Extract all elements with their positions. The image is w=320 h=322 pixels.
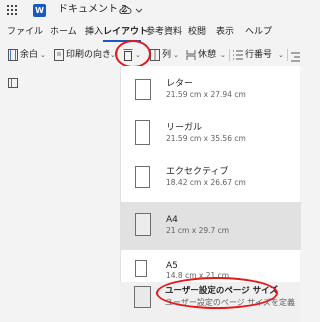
orientation-icon: [54, 49, 64, 61]
menu-review[interactable]: 校閲: [188, 26, 206, 38]
navigation-pane: [0, 70, 120, 322]
page-thumbnail: [135, 213, 151, 236]
size-option-dims: 21 cm x 29.7 cm: [166, 226, 230, 235]
menu-home[interactable]: ホーム: [50, 26, 77, 38]
breaks-button[interactable]: 休憩 ⌄: [186, 48, 228, 62]
chevron-down-icon: ⌄: [40, 51, 46, 59]
margins-label: 余白: [20, 50, 39, 60]
menu-insert[interactable]: 挿入: [85, 26, 103, 38]
chevron-down-icon: ⌄: [278, 51, 284, 59]
page-thumbnail: [135, 120, 150, 145]
menu-file[interactable]: ファイル: [7, 26, 43, 38]
menu-references[interactable]: 参考資料: [146, 26, 182, 38]
menu-help[interactable]: ヘルプ: [245, 26, 272, 38]
menu-view[interactable]: 表示: [216, 26, 234, 38]
margins-icon: [8, 49, 18, 61]
size-option-dims: 18.42 cm x 26.67 cm: [166, 178, 246, 187]
highlight-circle: [156, 277, 278, 309]
breaks-icon: [186, 50, 196, 60]
navigation-pane-icon[interactable]: [8, 78, 18, 88]
size-option-dims: 21.59 cm x 35.56 cm: [166, 134, 246, 143]
size-option-a4[interactable]: A4 21 cm x 29.7 cm: [121, 202, 301, 250]
page-thumbnail: [135, 166, 150, 188]
size-option-name: リーガル: [166, 123, 203, 133]
size-option-name: エクセクティブ: [166, 167, 229, 177]
size-option-legal[interactable]: リーガル 21.59 cm x 35.56 cm: [121, 114, 301, 158]
highlight-circle: [115, 40, 151, 68]
line-numbers-label: 行番号: [245, 50, 273, 60]
menu-bar: ファイル ホーム 挿入 レイアウト 参考資料 校閲 表示 ヘルプ: [0, 22, 300, 42]
indent-icon[interactable]: [291, 52, 300, 62]
menu-layout[interactable]: レイアウト: [103, 26, 148, 38]
word-logo-icon: W: [33, 4, 46, 17]
breaks-label: 休憩: [198, 50, 217, 60]
chevron-down-icon: ⌄: [220, 51, 226, 59]
orientation-label: 印刷の向き: [66, 50, 112, 60]
columns-button[interactable]: 列 ⌄: [150, 48, 180, 62]
page-thumbnail: [135, 79, 151, 100]
size-option-dims: 21.59 cm x 27.94 cm: [166, 90, 246, 99]
size-option-name: A4: [166, 215, 178, 225]
line-numbers-button[interactable]: 行番号 ⌄: [233, 48, 285, 62]
orientation-button[interactable]: 印刷の向き ⌄: [54, 48, 116, 62]
chevron-down-icon: ⌄: [173, 51, 179, 59]
size-option-letter[interactable]: レター 21.59 cm x 27.94 cm: [121, 70, 301, 114]
cloud-sync-icon: [119, 6, 132, 14]
columns-icon: [150, 49, 160, 61]
columns-label: 列: [162, 50, 172, 60]
chevron-down-icon[interactable]: [134, 4, 144, 16]
margins-button[interactable]: 余白 ⌄: [8, 48, 48, 62]
size-option-name: レター: [166, 79, 194, 89]
page-thumbnail: [135, 260, 147, 277]
page-thumbnail: [134, 286, 151, 308]
ribbon-divider: [229, 49, 230, 61]
ribbon-divider: [287, 49, 288, 61]
size-option-executive[interactable]: エクセクティブ 18.42 cm x 26.67 cm: [121, 158, 301, 202]
app-launcher-icon[interactable]: [7, 5, 17, 15]
title-bar: W ドキュメント 2: [0, 0, 300, 22]
line-numbers-icon: [233, 50, 243, 60]
